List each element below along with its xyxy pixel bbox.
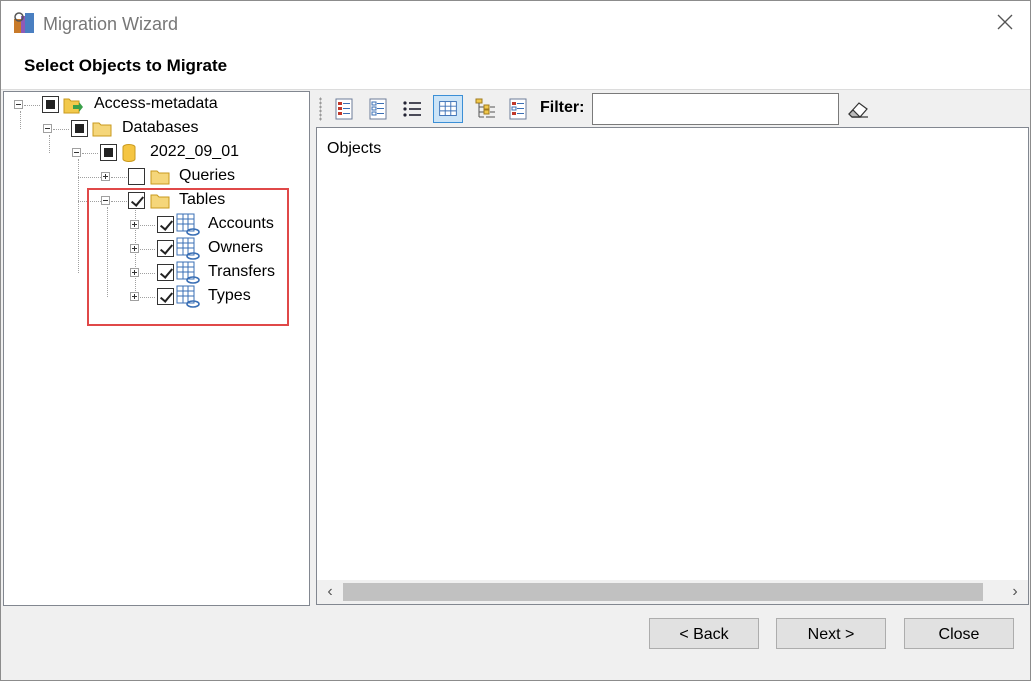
tree-node-label: Databases (122, 119, 199, 136)
folder-icon (92, 122, 112, 137)
objects-toolbar: Filter: (316, 91, 1029, 127)
window-title: Migration Wizard (43, 14, 179, 34)
grid-view-icon[interactable] (433, 95, 463, 123)
tree-node-label: 2022_09_01 (150, 143, 239, 160)
list-view-icon[interactable] (400, 97, 424, 121)
tree-checkbox[interactable] (128, 168, 145, 185)
objects-list[interactable]: Objects ‹ › (316, 127, 1029, 605)
check-all-icon[interactable] (332, 97, 356, 121)
collapse-icon[interactable] (43, 124, 52, 133)
uncheck-all-icon[interactable] (366, 97, 390, 121)
objects-column-header: Objects (327, 140, 382, 157)
tables-highlight-box (87, 188, 289, 326)
page-header: Select Objects to Migrate (1, 47, 1030, 90)
database-project-icon (63, 98, 83, 114)
collapse-icon[interactable] (14, 100, 23, 109)
objects-panel: Filter: Objects ‹ › (316, 91, 1029, 605)
tree-checkbox[interactable] (71, 120, 88, 137)
page-title: Select Objects to Migrate (24, 56, 228, 75)
next-button[interactable]: Next > (776, 618, 886, 649)
collapse-icon[interactable] (72, 148, 81, 157)
scrollbar-thumb[interactable] (343, 583, 983, 601)
horizontal-scrollbar[interactable]: ‹ › (317, 580, 1028, 604)
close-button[interactable]: Close (904, 618, 1014, 649)
eraser-icon[interactable] (846, 98, 870, 120)
tree-view-icon[interactable] (473, 97, 497, 121)
database-icon (122, 144, 136, 162)
object-tree[interactable]: Access-metadata Databases 2022_09_01 Que… (3, 91, 310, 606)
scroll-left-icon[interactable]: ‹ (320, 582, 340, 602)
filter-input[interactable] (592, 93, 839, 125)
toolbar-grip[interactable] (319, 97, 322, 121)
checked-list-icon[interactable] (506, 97, 530, 121)
tree-node-label: Access-metadata (94, 95, 218, 112)
app-icon (14, 12, 34, 33)
close-window-icon[interactable] (994, 11, 1016, 33)
scroll-right-icon[interactable]: › (1005, 582, 1025, 602)
folder-icon (150, 170, 170, 185)
tree-checkbox[interactable] (100, 144, 117, 161)
migration-wizard-window: Migration Wizard Select Objects to Migra… (0, 0, 1031, 681)
filter-label: Filter: (540, 99, 585, 116)
back-button[interactable]: < Back (649, 618, 759, 649)
expand-icon[interactable] (101, 172, 110, 181)
tree-node-label: Queries (179, 167, 236, 184)
tree-checkbox[interactable] (42, 96, 59, 113)
title-bar: Migration Wizard (1, 1, 1030, 47)
